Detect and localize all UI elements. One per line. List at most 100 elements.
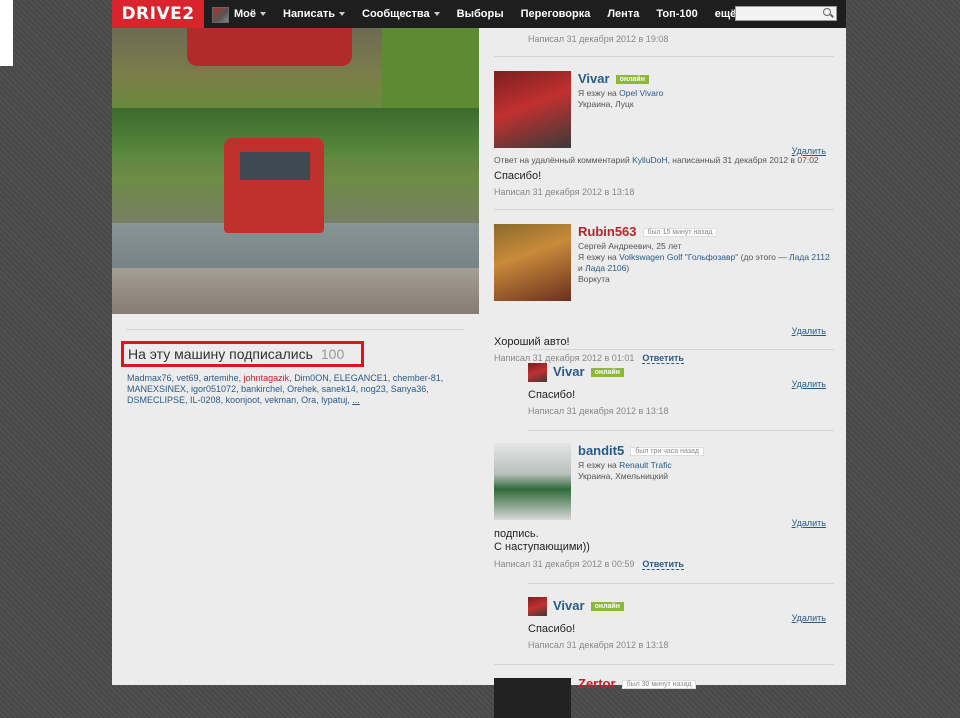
location: Украина, Хмельницкий bbox=[578, 471, 668, 481]
delete-link[interactable]: Удалить bbox=[792, 326, 826, 336]
meta-date: Написал 31 декабря 2012 в 01:01 bbox=[494, 353, 635, 363]
subscriber-link[interactable]: DSMECLIPSE bbox=[127, 395, 185, 405]
subscriber-link[interactable]: johntagazik bbox=[244, 373, 290, 383]
nav-item-write[interactable]: Написать bbox=[283, 8, 345, 20]
last-seen-badge: был 15 минут назад bbox=[642, 228, 718, 238]
nav-item-mine[interactable]: Моё bbox=[234, 8, 266, 20]
comment-meta: Написал 31 декабря 2012 в 13:18 bbox=[528, 406, 669, 416]
car-info: Я езжу на Opel Vivaro bbox=[578, 88, 834, 99]
subscriber-link[interactable]: bankirchel bbox=[241, 384, 282, 394]
delete-link[interactable]: Удалить bbox=[792, 518, 826, 528]
comment-separator bbox=[494, 664, 834, 665]
car-link[interactable]: Volkswagen Golf "Гольфозавр" bbox=[619, 252, 738, 262]
subscriber-link[interactable]: nog23 bbox=[361, 384, 386, 394]
reply-prefix: Ответ на удалённый комментарий bbox=[494, 155, 633, 165]
delete-link[interactable]: Удалить bbox=[792, 613, 826, 623]
subscribers-list: Madmax76, vet69, artemihe, johntagazik, … bbox=[127, 373, 444, 405]
photo-grass bbox=[382, 28, 479, 108]
avatar[interactable] bbox=[494, 678, 571, 718]
comment-separator bbox=[528, 583, 834, 584]
online-badge: онлайн bbox=[615, 75, 649, 85]
chevron-down-icon bbox=[260, 12, 266, 16]
comment-username: Vivar онлайн bbox=[553, 364, 624, 379]
drive2-logo[interactable]: DRIVE2 bbox=[112, 0, 204, 28]
car-link[interactable]: Renault Trafic bbox=[619, 460, 671, 470]
meta-date: Написал 31 декабря 2012 в 00:59 bbox=[494, 559, 635, 569]
car-photo-river[interactable] bbox=[112, 108, 479, 314]
online-badge: онлайн bbox=[590, 602, 624, 612]
search-icon[interactable] bbox=[823, 8, 831, 16]
subscriber-link[interactable]: vet69 bbox=[177, 373, 199, 383]
user-avatar-icon[interactable] bbox=[212, 7, 229, 23]
reply-button[interactable]: Ответить bbox=[642, 353, 684, 364]
reply-user-link[interactable]: KylluDoH bbox=[632, 155, 667, 165]
avatar[interactable] bbox=[494, 71, 571, 148]
left-edge-strip bbox=[0, 0, 13, 66]
comment-text: подпись. С наступающими)) bbox=[494, 528, 590, 554]
car-link[interactable]: Opel Vivaro bbox=[619, 88, 663, 98]
car-photo-top[interactable] bbox=[112, 28, 479, 108]
subscriber-link[interactable]: sanek14 bbox=[322, 384, 356, 394]
subscriber-link[interactable]: Ora bbox=[301, 395, 316, 405]
username-link[interactable]: Rubin563 bbox=[578, 224, 637, 239]
car-info: Я езжу на Renault Trafic bbox=[578, 460, 834, 471]
nav-menu: Моё Написать Сообщества Выборы Переговор… bbox=[234, 0, 763, 28]
drive-prefix: Я езжу на bbox=[578, 460, 620, 470]
location: Украина, Луцк bbox=[578, 99, 634, 109]
subscriber-link[interactable]: koonjoot bbox=[226, 395, 260, 405]
photo-van-window bbox=[240, 152, 310, 180]
username-link[interactable]: Vivar bbox=[578, 71, 610, 86]
nav-item-communities[interactable]: Сообщества bbox=[362, 8, 440, 20]
subscriber-link[interactable]: MANEXSINEX bbox=[127, 384, 186, 394]
subscriber-link[interactable]: igor051072 bbox=[191, 384, 236, 394]
comment-meta: Написал 31 декабря 2012 в 13:18 bbox=[528, 640, 669, 650]
comment-separator bbox=[528, 349, 834, 350]
comment-username: Zertor был 30 минут назад bbox=[578, 676, 697, 691]
avatar[interactable] bbox=[528, 597, 547, 616]
comment-text: Спасибо! bbox=[528, 623, 576, 635]
car-link[interactable]: Лада 2112 bbox=[789, 252, 830, 262]
subscriber-link[interactable]: ELEGANCE1 bbox=[334, 373, 388, 383]
chevron-down-icon bbox=[433, 12, 440, 16]
location: Воркута bbox=[578, 274, 610, 284]
car-link[interactable]: Лада 2106 bbox=[585, 263, 626, 273]
comment-text-line: подпись. bbox=[494, 528, 539, 540]
subscriber-link[interactable]: chember-81 bbox=[393, 373, 441, 383]
comment-text: Спасибо! bbox=[528, 389, 576, 401]
subscriber-link[interactable]: lypatuj bbox=[321, 395, 347, 405]
subscriber-link[interactable]: Madmax76 bbox=[127, 373, 172, 383]
username-link[interactable]: bandit5 bbox=[578, 443, 624, 458]
subscriber-link[interactable]: Orehek bbox=[287, 384, 317, 394]
username-link[interactable]: Vivar bbox=[553, 598, 585, 613]
avatar[interactable] bbox=[494, 224, 571, 301]
subscriber-link[interactable]: Dim0ON bbox=[294, 373, 329, 383]
avatar[interactable] bbox=[494, 443, 571, 520]
subscribers-heading: На эту машину подписались 100 bbox=[121, 341, 364, 367]
username-link[interactable]: Zertor bbox=[578, 676, 616, 691]
comment-separator bbox=[528, 430, 834, 431]
drive-prefix: Я езжу на bbox=[578, 88, 620, 98]
search-input[interactable] bbox=[735, 6, 837, 21]
nav-item-elections[interactable]: Выборы bbox=[457, 8, 504, 20]
subscribers-more-link[interactable]: ... bbox=[352, 395, 360, 405]
username-link[interactable]: Vivar bbox=[553, 364, 585, 379]
comment-meta: Написал 31 декабря 2012 в 01:01 Ответить bbox=[494, 353, 684, 364]
subscriber-link[interactable]: IL-0208 bbox=[190, 395, 221, 405]
comment-meta: Написал 31 декабря 2012 в 19:08 bbox=[528, 34, 669, 44]
subscriber-link[interactable]: artemihe bbox=[204, 373, 239, 383]
photo-van bbox=[187, 28, 352, 66]
nav-item-feed[interactable]: Лента bbox=[607, 8, 639, 20]
delete-link[interactable]: Удалить bbox=[792, 379, 826, 389]
drive-prefix: Я езжу на bbox=[578, 252, 620, 262]
chevron-down-icon bbox=[339, 12, 345, 16]
comment-username: Vivar онлайн bbox=[578, 71, 649, 86]
comment-meta: Написал 31 декабря 2012 в 00:59 Ответить bbox=[494, 559, 684, 570]
subscriber-link[interactable]: Sanya36 bbox=[391, 384, 427, 394]
comment-username: Rubin563 был 15 минут назад bbox=[578, 224, 718, 239]
online-badge: онлайн bbox=[590, 368, 624, 378]
avatar[interactable] bbox=[528, 363, 547, 382]
nav-item-talk[interactable]: Переговорка bbox=[521, 8, 591, 20]
reply-button[interactable]: Ответить bbox=[642, 559, 684, 570]
subscriber-link[interactable]: vekman bbox=[265, 395, 297, 405]
nav-item-top100[interactable]: Топ-100 bbox=[656, 8, 697, 20]
